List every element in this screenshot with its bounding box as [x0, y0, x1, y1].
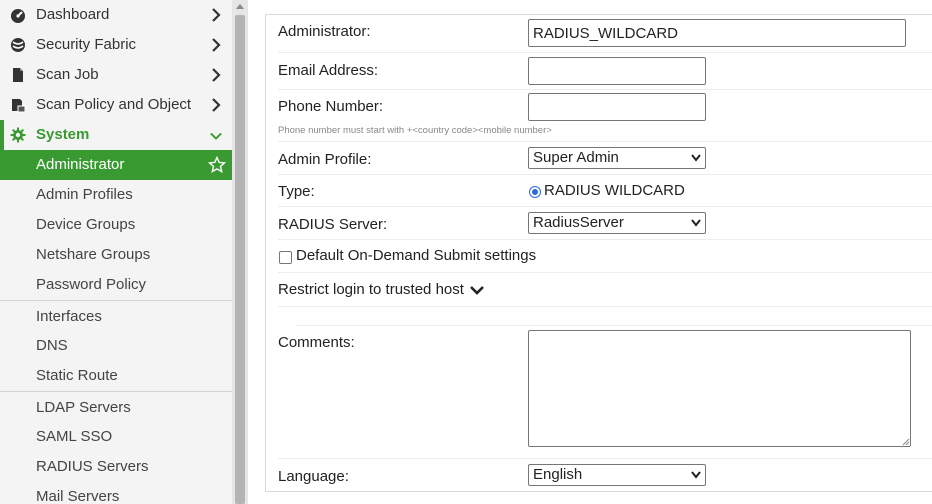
- ondemand-label: Default On-Demand Submit settings: [296, 247, 537, 264]
- radius-server-row: RADIUS Server: RadiusServer: [278, 206, 932, 240]
- sidebar-item-label: Administrator: [36, 156, 125, 173]
- sidebar-item-label: RADIUS Servers: [36, 458, 149, 475]
- sidebar-item-scan-policy[interactable]: Scan Policy and Object: [0, 90, 232, 120]
- phone-hint: Phone number must start with +<country c…: [278, 125, 552, 136]
- ondemand-row: Default On-Demand Submit settings: [278, 239, 932, 273]
- comments-label: Comments:: [278, 334, 355, 351]
- sidebar-item-label: Scan Job: [36, 66, 99, 83]
- radius-server-label: RADIUS Server:: [278, 216, 388, 233]
- sidebar-item-label: Device Groups: [36, 216, 136, 233]
- admin-profile-value: Super Admin: [533, 149, 619, 166]
- sidebar-item-scan-job[interactable]: Scan Job: [0, 60, 232, 90]
- sidebar-item-label: Admin Profiles: [36, 186, 133, 203]
- admin-edit-form: Administrator: Email Address: Phone Numb…: [265, 14, 932, 492]
- sidebar-item-system[interactable]: System: [0, 120, 232, 150]
- radius-server-select[interactable]: RadiusServer: [528, 212, 706, 234]
- sidebar-item-ldap-servers[interactable]: LDAP Servers: [0, 391, 232, 422]
- scrollbar-thumb[interactable]: [235, 15, 245, 504]
- phone-row: Phone Number: Phone number must start wi…: [278, 89, 932, 142]
- comments-textarea[interactable]: [528, 330, 911, 447]
- sidebar: Dashboard Security Fabric Scan Job Scan …: [0, 0, 232, 504]
- language-row: Language: English: [278, 458, 932, 492]
- phone-label: Phone Number:: [278, 98, 384, 115]
- chevron-right-icon: [212, 8, 221, 22]
- chevron-right-icon: [212, 98, 221, 112]
- sidebar-item-label: System: [36, 126, 90, 143]
- sidebar-item-administrator[interactable]: Administrator: [0, 150, 232, 180]
- chevron-right-icon: [212, 68, 221, 82]
- comments-row: Comments:: [278, 325, 932, 459]
- sidebar-item-label: Security Fabric: [36, 36, 137, 53]
- language-label: Language:: [278, 468, 349, 485]
- sidebar-item-netshare-groups[interactable]: Netshare Groups: [0, 240, 232, 270]
- chevron-down-icon: [691, 154, 701, 162]
- profile-row: Admin Profile: Super Admin: [278, 141, 932, 175]
- gear-icon: [10, 127, 26, 143]
- language-value: English: [533, 466, 583, 483]
- sidebar-item-dns[interactable]: DNS: [0, 331, 232, 361]
- sidebar-item-dashboard[interactable]: Dashboard: [0, 0, 232, 30]
- chevron-down-icon: [210, 132, 222, 140]
- type-radio[interactable]: [529, 186, 541, 198]
- policy-icon: [12, 99, 26, 113]
- sidebar-item-security-fabric[interactable]: Security Fabric: [0, 30, 232, 60]
- sidebar-item-label: Scan Policy and Object: [36, 96, 192, 113]
- sidebar-item-radius-servers[interactable]: RADIUS Servers: [0, 452, 232, 482]
- trusted-host-spacer: [296, 306, 932, 326]
- star-icon[interactable]: [208, 156, 226, 174]
- email-row: Email Address:: [278, 52, 932, 90]
- type-radio-label: RADIUS WILDCARD: [544, 182, 685, 199]
- sidebar-item-label: Dashboard: [36, 6, 110, 23]
- sidebar-item-label: Static Route: [36, 367, 118, 384]
- document-icon: [13, 68, 23, 82]
- sidebar-item-static-route[interactable]: Static Route: [0, 361, 232, 391]
- type-row: Type: RADIUS WILDCARD: [278, 174, 932, 207]
- email-label: Email Address:: [278, 62, 379, 79]
- dashboard-icon: [11, 9, 25, 23]
- admin-profile-select[interactable]: Super Admin: [528, 147, 706, 169]
- scroll-up-arrow-icon[interactable]: [236, 4, 244, 9]
- sidebar-item-label: Interfaces: [36, 308, 102, 325]
- sidebar-item-device-groups[interactable]: Device Groups: [0, 210, 232, 240]
- chevron-right-icon: [212, 38, 221, 52]
- type-label: Type:: [278, 183, 315, 200]
- chevron-down-icon: [691, 219, 701, 227]
- restrict-login-row[interactable]: Restrict login to trusted host: [278, 272, 932, 307]
- sidebar-item-label: Password Policy: [36, 276, 147, 293]
- security-fabric-icon: [11, 38, 25, 52]
- sidebar-scrollbar[interactable]: [232, 0, 248, 504]
- sidebar-item-interfaces[interactable]: Interfaces: [0, 300, 232, 331]
- chevron-down-icon: [691, 471, 701, 479]
- email-field[interactable]: [528, 57, 706, 85]
- sidebar-item-password-policy[interactable]: Password Policy: [0, 270, 232, 300]
- ondemand-checkbox[interactable]: [279, 251, 292, 264]
- phone-field[interactable]: [528, 93, 706, 121]
- sidebar-item-label: SAML SSO: [36, 428, 113, 445]
- sidebar-item-mail-servers[interactable]: Mail Servers: [0, 482, 232, 504]
- sidebar-item-label: DNS: [36, 337, 68, 354]
- administrator-input[interactable]: [528, 19, 906, 47]
- content-gutter: [248, 0, 266, 504]
- administrator-label: Administrator:: [278, 23, 371, 40]
- sidebar-item-label: LDAP Servers: [36, 399, 131, 416]
- restrict-login-toggle[interactable]: Restrict login to trusted host: [278, 281, 464, 298]
- sidebar-item-admin-profiles[interactable]: Admin Profiles: [0, 180, 232, 210]
- language-select[interactable]: English: [528, 464, 706, 486]
- resize-grip-icon[interactable]: [902, 438, 910, 446]
- sidebar-item-label: Netshare Groups: [36, 246, 151, 263]
- profile-label: Admin Profile:: [278, 151, 372, 168]
- chevron-down-icon[interactable]: [470, 285, 484, 296]
- sidebar-item-label: Mail Servers: [36, 488, 120, 504]
- radius-server-value: RadiusServer: [533, 214, 624, 231]
- sidebar-item-saml-sso[interactable]: SAML SSO: [0, 422, 232, 452]
- administrator-row: Administrator:: [278, 15, 932, 53]
